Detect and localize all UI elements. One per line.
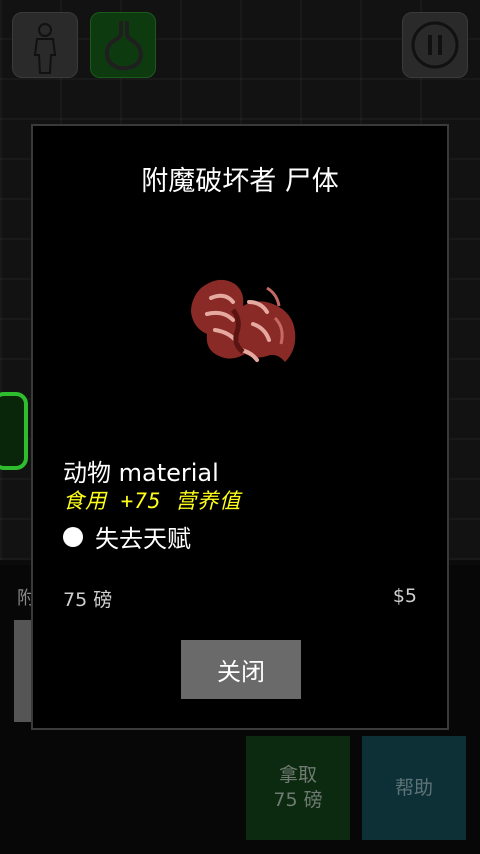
side-tab[interactable]	[0, 392, 28, 470]
pause-icon	[411, 21, 459, 69]
background-panel	[14, 620, 32, 722]
take-button-weight: 75 磅	[273, 789, 323, 811]
dialog-title: 附魔破坏者 尸体	[141, 166, 339, 197]
item-dialog: 附魔破坏者 尸体 动物 material 食用 +75 营养值 失去天赋 75 …	[31, 124, 449, 730]
body-status-button[interactable]	[12, 12, 78, 78]
stomach-status-button[interactable]	[90, 12, 156, 78]
take-button[interactable]: 拿取 75 磅	[246, 736, 350, 840]
take-button-label: 拿取	[278, 764, 317, 786]
item-price: $5	[392, 585, 417, 607]
bullet-icon	[63, 526, 83, 547]
food-value: 食用 +75 营养值	[63, 489, 242, 513]
pause-button[interactable]	[402, 12, 468, 78]
stomach-icon	[104, 21, 143, 71]
item-weight: 75 磅	[63, 589, 113, 611]
close-button[interactable]: 关闭	[181, 640, 301, 699]
material-type: 动物 material	[63, 459, 219, 487]
trait-text: 失去天赋	[95, 525, 191, 553]
body-silhouette-icon	[33, 23, 57, 74]
help-button-label: 帮助	[394, 776, 433, 799]
help-button[interactable]: 帮助	[362, 736, 466, 840]
trait-line: 失去天赋	[63, 519, 191, 554]
corpse-meat-image	[191, 279, 296, 362]
